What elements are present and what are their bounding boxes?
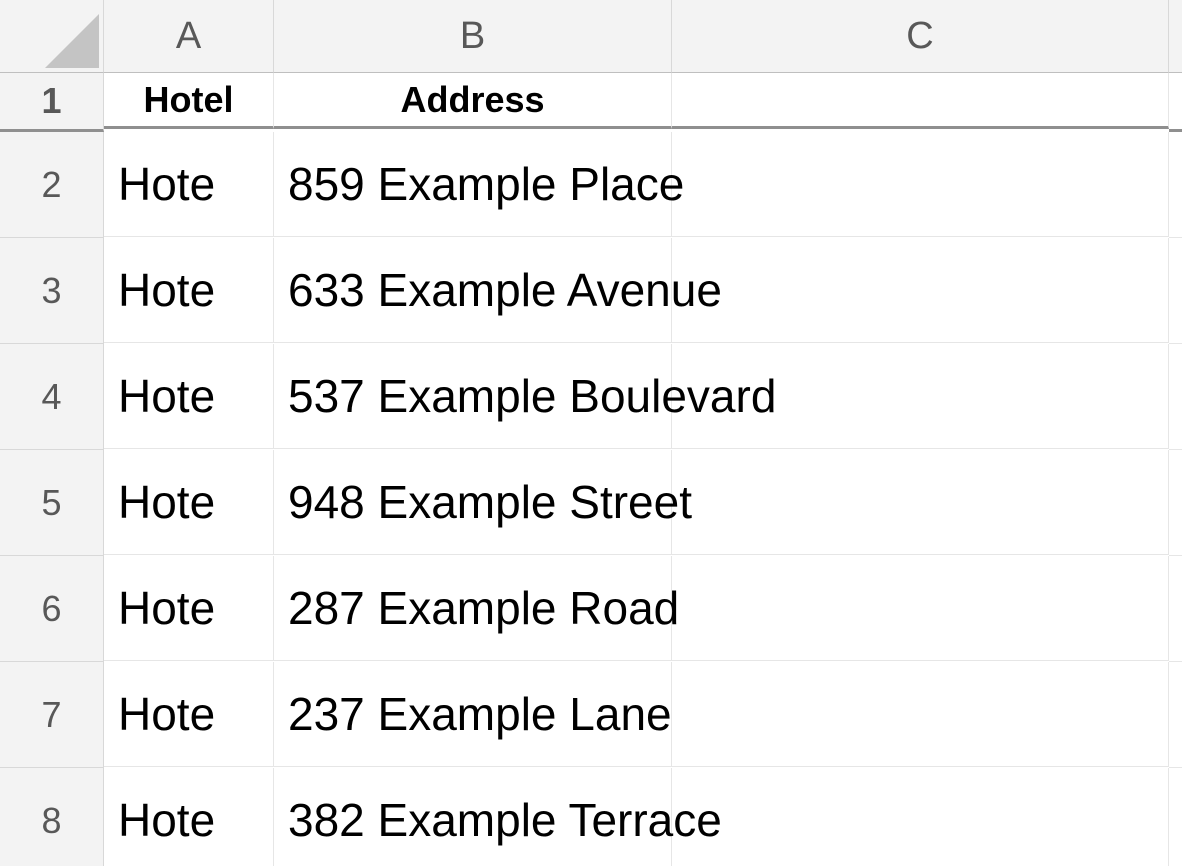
cell-A4[interactable]: Hote <box>104 344 274 449</box>
tail-6 <box>1169 556 1182 662</box>
row-header-4[interactable]: 4 <box>0 344 104 450</box>
cell-C7[interactable] <box>672 662 1169 767</box>
cell-B8[interactable]: 382 Example Terrace <box>274 768 672 866</box>
row-header-2[interactable]: 2 <box>0 132 104 238</box>
row-header-1[interactable]: 1 <box>0 73 104 132</box>
tail-2 <box>1169 132 1182 238</box>
select-all-corner[interactable] <box>0 0 104 73</box>
cell-A8[interactable]: Hote <box>104 768 274 866</box>
tail-1 <box>1169 73 1182 132</box>
column-header-C[interactable]: C <box>672 0 1169 73</box>
column-header-A[interactable]: A <box>104 0 274 73</box>
cell-C2[interactable] <box>672 132 1169 237</box>
cell-B5[interactable]: 948 Example Street <box>274 450 672 555</box>
cell-C5[interactable] <box>672 450 1169 555</box>
tail-5 <box>1169 450 1182 556</box>
cell-C3[interactable] <box>672 238 1169 343</box>
cell-C1[interactable] <box>672 73 1169 129</box>
cell-A1[interactable]: Hotel <box>104 73 274 129</box>
row-header-5[interactable]: 5 <box>0 450 104 556</box>
cell-A3[interactable]: Hote <box>104 238 274 343</box>
cell-A7[interactable]: Hote <box>104 662 274 767</box>
cell-A2[interactable]: Hote <box>104 132 274 237</box>
cell-B1[interactable]: Address <box>274 73 672 129</box>
cell-B4[interactable]: 537 Example Boulevard <box>274 344 672 449</box>
tail-7 <box>1169 662 1182 768</box>
tail-8 <box>1169 768 1182 866</box>
row-header-8[interactable]: 8 <box>0 768 104 866</box>
cell-C4[interactable] <box>672 344 1169 449</box>
tail-4 <box>1169 344 1182 450</box>
cell-B7[interactable]: 237 Example Lane <box>274 662 672 767</box>
cell-C6[interactable] <box>672 556 1169 661</box>
column-header-B[interactable]: B <box>274 0 672 73</box>
spreadsheet-grid[interactable]: A B C 1 Hotel Address 2 Hote 859 Example… <box>0 0 1182 866</box>
cell-B2[interactable]: 859 Example Place <box>274 132 672 237</box>
row-header-6[interactable]: 6 <box>0 556 104 662</box>
select-all-triangle-icon <box>41 10 99 68</box>
cell-B3[interactable]: 633 Example Avenue <box>274 238 672 343</box>
cell-B6[interactable]: 287 Example Road <box>274 556 672 661</box>
cell-A5[interactable]: Hote <box>104 450 274 555</box>
cell-C8[interactable] <box>672 768 1169 866</box>
column-header-tail <box>1169 0 1182 73</box>
tail-3 <box>1169 238 1182 344</box>
cell-A6[interactable]: Hote <box>104 556 274 661</box>
row-header-3[interactable]: 3 <box>0 238 104 344</box>
row-header-7[interactable]: 7 <box>0 662 104 768</box>
